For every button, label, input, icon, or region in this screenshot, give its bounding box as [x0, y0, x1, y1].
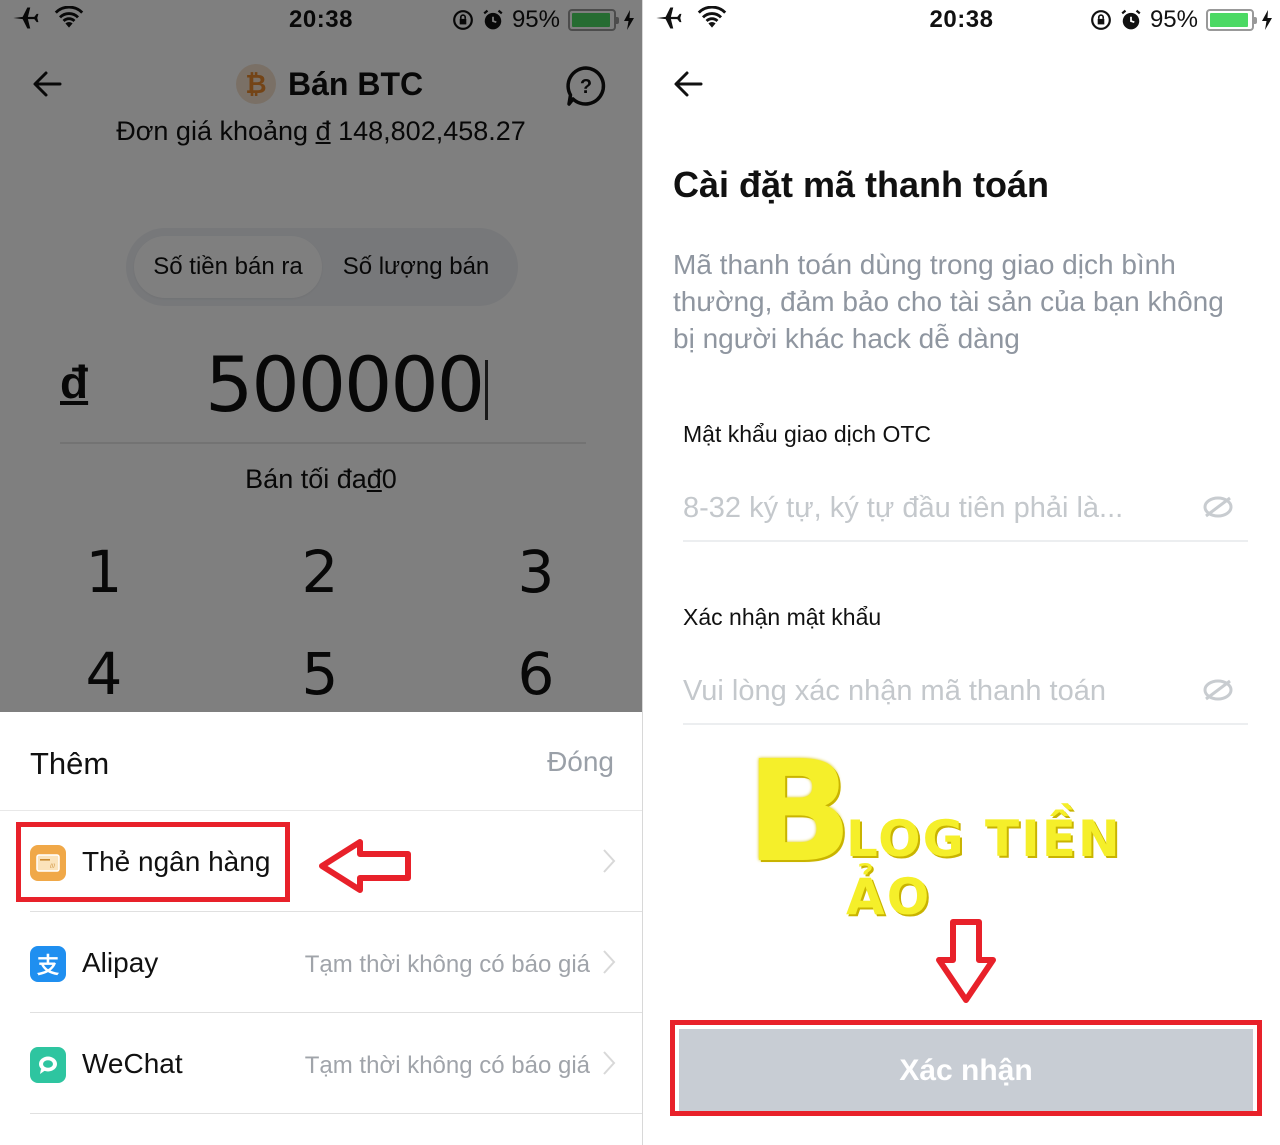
- divider: [30, 1113, 642, 1114]
- divider: [30, 911, 642, 912]
- confirm-password-label: Xác nhận mật khẩu: [683, 604, 882, 630]
- watermark-text: LOG TIỀN ẢO: [846, 810, 1122, 926]
- eye-hidden-icon[interactable]: [1202, 677, 1234, 703]
- wechat-icon: [30, 1047, 66, 1083]
- sheet-title: Thêm: [30, 746, 110, 781]
- chevron-right-icon: [603, 950, 616, 974]
- divider: [30, 1012, 642, 1013]
- watermark-logo: B LOG TIỀN ẢO: [746, 731, 1166, 927]
- highlight-box: [16, 822, 290, 902]
- page-title: Cài đặt mã thanh toán: [673, 164, 1050, 205]
- charging-icon: [1262, 10, 1272, 30]
- sell-btc-screen: 20:38 95% ₿ Bán BTC ? Đơn giá khoảng đ 1…: [0, 0, 642, 1145]
- chevron-right-icon: [603, 849, 616, 873]
- otc-password-field: [683, 482, 1248, 542]
- back-arrow-icon[interactable]: [671, 66, 707, 102]
- battery-percent: 95%: [1149, 6, 1198, 33]
- payment-item-label: Alipay: [82, 947, 159, 978]
- chevron-right-icon: [603, 1051, 616, 1075]
- otc-password-input[interactable]: [683, 486, 1183, 530]
- alipay-glyph: 支: [36, 953, 59, 978]
- otc-password-label: Mật khẩu giao dịch OTC: [683, 421, 932, 447]
- battery-icon: [1206, 9, 1257, 31]
- close-button[interactable]: Đóng: [547, 746, 614, 778]
- watermark-letter: B: [746, 731, 853, 894]
- eye-hidden-icon[interactable]: [1202, 494, 1234, 520]
- divider: [0, 810, 642, 811]
- rotation-lock-icon: [1091, 10, 1111, 30]
- payment-code-setup-screen: 20:38 95% Cài đặt mã thanh toán Mã thanh…: [643, 0, 1280, 1145]
- status-bar: 20:38 95%: [643, 0, 1280, 40]
- highlight-box: [670, 1020, 1262, 1116]
- alarm-icon: [1121, 9, 1141, 30]
- modal-backdrop[interactable]: [0, 0, 642, 712]
- confirm-password-input[interactable]: [683, 669, 1183, 713]
- confirm-password-field: [683, 665, 1248, 725]
- payment-item-status: Tạm thời không có báo giá: [304, 1052, 590, 1079]
- payment-item-label: WeChat: [82, 1048, 183, 1079]
- payment-method-sheet: Thêm Đóng /// Thẻ ngân hàng 支 Alipay Tạm…: [0, 712, 642, 1145]
- payment-item-alipay[interactable]: 支 Alipay Tạm thời không có báo giá: [30, 913, 642, 1013]
- pointer-arrow-left-icon: [319, 839, 411, 893]
- page-description: Mã thanh toán dùng trong giao dịch bình …: [673, 249, 1224, 354]
- payment-item-wechat[interactable]: WeChat Tạm thời không có báo giá: [30, 1014, 642, 1114]
- alipay-icon: 支: [30, 946, 66, 982]
- payment-item-status: Tạm thời không có báo giá: [304, 951, 590, 978]
- pointer-arrow-down-icon: [936, 919, 996, 1003]
